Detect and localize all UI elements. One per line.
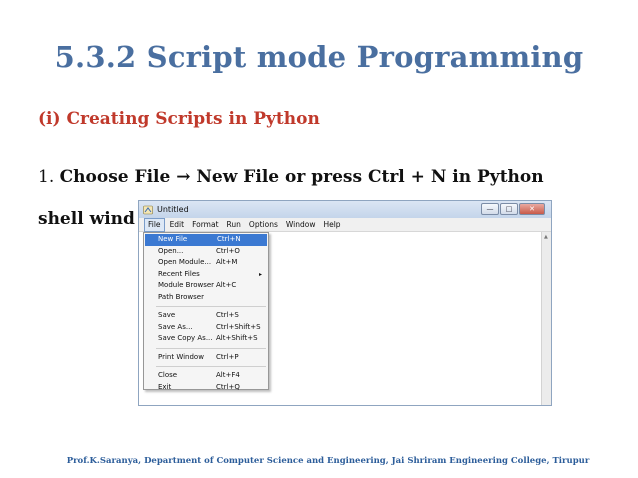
menu-item-shortcut: Ctrl+Shift+S [216, 322, 261, 331]
menu-item-save-copy-as[interactable]: Save Copy As... Alt+Shift+S [144, 333, 268, 345]
menu-file[interactable]: File [144, 217, 165, 232]
window-title: Untitled [157, 205, 189, 214]
slide-title: 5.3.2 Script mode Programming [54, 40, 584, 74]
maximize-button[interactable]: □ [500, 203, 518, 215]
menu-item-shortcut: Ctrl+O [216, 246, 240, 255]
menu-item-label: Save [158, 311, 176, 319]
menu-separator [156, 347, 266, 349]
menu-item-close[interactable]: Close Alt+F4 [144, 370, 268, 382]
menu-item-shortcut: Ctrl+N [217, 235, 241, 243]
menu-item-save[interactable]: Save Ctrl+S [144, 310, 268, 322]
menu-item-label: Module Browser [158, 281, 215, 289]
menu-item-shortcut: Ctrl+S [216, 311, 239, 319]
step-number: 1. [38, 167, 55, 187]
menu-separator [156, 306, 266, 307]
menu-item-recent-files[interactable]: Recent Files ▸ [144, 269, 268, 281]
menu-item-shortcut: Alt+Shift+S [216, 334, 258, 342]
menu-item-label: Save Copy As... [158, 334, 213, 342]
menu-help[interactable]: Help [320, 219, 343, 231]
scroll-up-arrow-icon[interactable]: ▲ [544, 234, 548, 240]
file-menu-dropdown: New File Ctrl+N Open... Ctrl+O Open Modu… [143, 232, 269, 391]
slide-footer: Prof.K.Saranya, Department of Computer S… [66, 456, 590, 466]
menu-item-open[interactable]: Open... Ctrl+O [144, 246, 268, 258]
menu-edit[interactable]: Edit [167, 219, 188, 231]
menu-item-save-as[interactable]: Save As... Ctrl+Shift+S [144, 322, 268, 334]
menu-item-shortcut: Ctrl+P [216, 352, 239, 361]
menu-run[interactable]: Run [224, 219, 244, 231]
menu-item-open-module[interactable]: Open Module... Alt+M [144, 257, 268, 269]
menu-format[interactable]: Format [189, 219, 221, 231]
window-titlebar[interactable]: Untitled — □ ✕ [139, 201, 551, 218]
menu-item-exit[interactable]: Exit Ctrl+Q [144, 382, 268, 394]
minimize-button[interactable]: — [481, 203, 499, 215]
menu-bar: File Edit Format Run Options Window Help [139, 217, 551, 232]
menu-item-print-window[interactable]: Print Window Ctrl+P [144, 352, 268, 364]
submenu-arrow-icon: ▸ [258, 270, 262, 278]
menu-item-label: Close [158, 371, 178, 379]
menu-item-shortcut: Alt+M [216, 258, 238, 266]
menu-separator [156, 366, 266, 367]
menu-window[interactable]: Window [283, 219, 319, 231]
menu-item-label: Path Browser [158, 292, 204, 301]
window-controls: — □ ✕ [481, 203, 545, 215]
menu-item-path-browser[interactable]: Path Browser [144, 292, 268, 304]
close-button[interactable]: ✕ [519, 203, 545, 215]
python-idle-icon [143, 205, 153, 215]
vertical-scrollbar[interactable]: ▲ [541, 232, 551, 405]
menu-item-shortcut: Alt+F4 [216, 371, 240, 379]
menu-item-new-file[interactable]: New File Ctrl+N [145, 234, 267, 246]
menu-item-module-browser[interactable]: Module Browser Alt+C [144, 280, 268, 292]
menu-item-label: Save As... [158, 322, 193, 331]
menu-item-shortcut: Alt+C [216, 281, 237, 289]
menu-item-label: New File [158, 235, 188, 243]
step-text-line-2: shell wind [38, 209, 135, 229]
step-text-line-1: Choose File → New File or press Ctrl + N… [59, 167, 544, 187]
menu-options[interactable]: Options [246, 219, 281, 231]
menu-item-label: Open... [158, 246, 184, 255]
menu-item-shortcut: Ctrl+Q [216, 382, 240, 391]
section-subheading: (i) Creating Scripts in Python [38, 109, 320, 129]
menu-item-label: Recent Files [158, 269, 200, 278]
menu-item-label: Print Window [158, 352, 204, 361]
menu-item-label: Exit [158, 382, 172, 391]
menu-item-label: Open Module... [158, 258, 212, 266]
